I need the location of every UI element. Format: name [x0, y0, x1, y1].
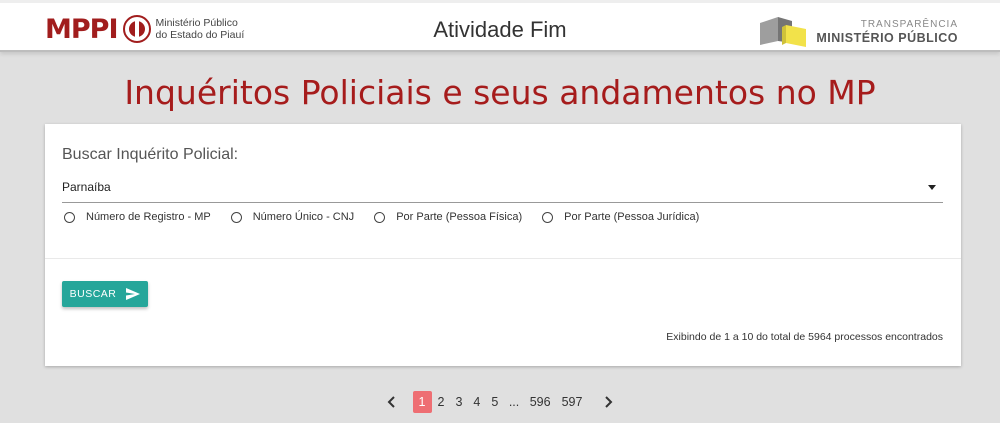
page-597[interactable]: 597	[557, 391, 588, 413]
search-type-radios: Número de Registro - MP Número Único - C…	[64, 211, 719, 223]
ministerio-publico-label: MINISTÉRIO PÚBLICO	[816, 31, 958, 45]
results-summary: Exibindo de 1 a 10 do total de 5964 proc…	[666, 331, 943, 343]
radio-pessoa-fisica[interactable]: Por Parte (Pessoa Física)	[374, 211, 522, 223]
page-596[interactable]: 596	[525, 391, 556, 413]
page-title: Inquéritos Policiais e seus andamentos n…	[124, 73, 876, 112]
page-4[interactable]: 4	[468, 391, 485, 413]
radio-circle[interactable]	[64, 211, 75, 223]
pagination: 1 2 3 4 5 ... 596 597	[0, 391, 1000, 413]
top-bar: MPPI Ministério Público do Estado do Pia…	[0, 0, 1000, 52]
buscar-button-label: BUSCAR	[69, 288, 117, 300]
search-card: Buscar Inquérito Policial: Parnaíba Núme…	[45, 124, 961, 366]
radio-label: Número Único - CNJ	[252, 211, 355, 223]
transparency-label: TRANSPARÊNCIA	[860, 19, 958, 30]
radio-numero-unico-cnj[interactable]: Número Único - CNJ	[230, 211, 355, 223]
page-1[interactable]: 1	[412, 391, 432, 413]
page-2[interactable]: 2	[433, 391, 450, 413]
search-label: Buscar Inquérito Policial:	[62, 146, 239, 163]
buscar-button[interactable]: BUSCAR	[62, 281, 148, 307]
page-ellipsis: ...	[508, 395, 520, 409]
radio-label: Por Parte (Pessoa Física)	[396, 211, 523, 223]
select-value: Parnaíba	[62, 180, 111, 194]
divider	[45, 258, 961, 259]
page-5[interactable]: 5	[486, 391, 503, 413]
radio-circle[interactable]	[374, 211, 386, 223]
radio-label: Por Parte (Pessoa Jurídica)	[564, 211, 700, 223]
page-3[interactable]: 3	[450, 391, 467, 413]
chevron-right-icon[interactable]	[598, 391, 620, 413]
caret-down-icon[interactable]	[928, 185, 936, 190]
comarca-select[interactable]: Parnaíba	[62, 178, 943, 203]
transparency-logo[interactable]: TRANSPARÊNCIA MINISTÉRIO PÚBLICO	[758, 15, 958, 49]
chevron-left-icon[interactable]	[380, 391, 402, 413]
send-icon	[126, 288, 141, 300]
radio-pessoa-juridica[interactable]: Por Parte (Pessoa Jurídica)	[542, 211, 699, 223]
radio-label: Número de Registro - MP	[86, 211, 211, 223]
transparency-cube-icon	[760, 17, 807, 47]
radio-registro-mp[interactable]: Número de Registro - MP	[64, 211, 211, 223]
radio-circle[interactable]	[542, 211, 554, 223]
radio-circle[interactable]	[230, 211, 242, 223]
